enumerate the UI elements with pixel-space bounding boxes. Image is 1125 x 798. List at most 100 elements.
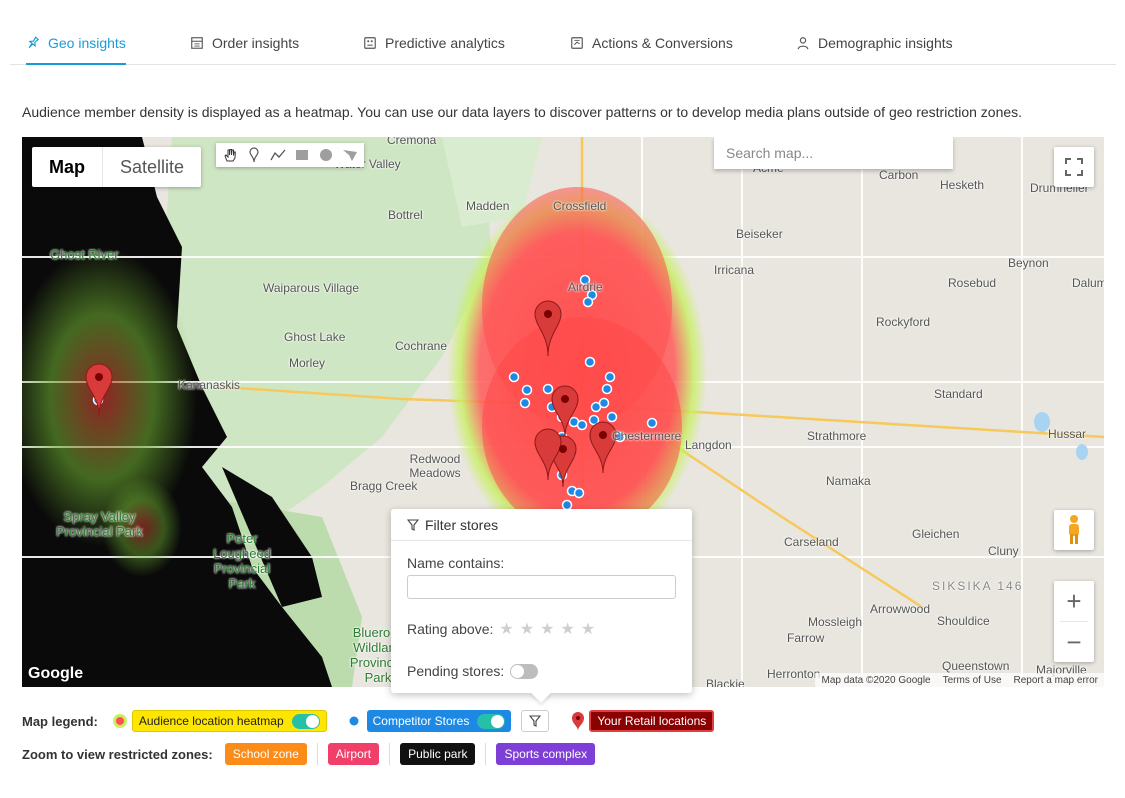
map-type-control: Map Satellite xyxy=(32,147,202,187)
robot-icon xyxy=(364,37,376,49)
hand-icon[interactable] xyxy=(219,144,241,166)
tab-bar: Geo insights Order insights Predictive a… xyxy=(10,22,1116,65)
restricted-zones-bar: Zoom to view restricted zones: School zo… xyxy=(22,742,605,766)
star-icon[interactable]: ★ xyxy=(499,621,513,638)
place-label: Arrowwood xyxy=(870,602,931,616)
tab-label: Geo insights xyxy=(48,35,126,51)
place-label: Madden xyxy=(466,199,510,213)
tab-predictive-analytics[interactable]: Predictive analytics xyxy=(363,22,505,64)
place-label: Ghost River xyxy=(50,247,119,262)
place-label: Airdrie xyxy=(568,280,603,294)
place-label: Peter Lougheed Provincial Park xyxy=(213,531,271,591)
polyline-icon[interactable] xyxy=(267,144,289,166)
place-label: Mossleigh xyxy=(808,615,863,629)
competitor-toggle[interactable] xyxy=(477,713,506,729)
zone-divider xyxy=(485,743,487,765)
page-description: Audience member density is displayed as … xyxy=(22,104,1023,120)
place-label: Gleichen xyxy=(912,527,960,541)
place-label: Waiparous Village xyxy=(262,281,360,295)
zone-public-park-button[interactable]: Public park xyxy=(400,743,476,765)
polygon-icon[interactable] xyxy=(339,144,361,166)
zoom-out-button[interactable]: − xyxy=(1054,622,1094,662)
place-label: Beynon xyxy=(1008,256,1049,270)
terms-of-use-link[interactable]: Terms of Use xyxy=(943,675,1002,686)
heatmap-toggle[interactable] xyxy=(291,713,320,729)
user-icon xyxy=(797,37,809,50)
map-type-map-button[interactable]: Map xyxy=(32,147,103,187)
tab-label: Predictive analytics xyxy=(385,35,505,51)
retail-legend-label: Your Retail locations xyxy=(597,714,707,728)
street-view-pegman-button[interactable] xyxy=(1054,510,1094,550)
tab-demographic-insights[interactable]: Demographic insights xyxy=(796,22,953,64)
place-label: Morley xyxy=(289,356,326,370)
tab-actions-conversions[interactable]: Actions & Conversions xyxy=(570,22,733,64)
place-label: Bottrel xyxy=(388,208,423,222)
place-label: Farrow xyxy=(787,631,825,645)
zone-airport-button[interactable]: Airport xyxy=(327,743,380,765)
heatmap-legend-chip[interactable]: Audience location heatmap xyxy=(131,710,327,732)
drawing-toolbar xyxy=(216,143,364,167)
place-label: Irricana xyxy=(714,263,755,277)
place-label: Redwood Meadows xyxy=(409,452,461,480)
place-label: Standard xyxy=(934,387,983,401)
place-label: Bragg Creek xyxy=(350,479,418,493)
receipt-icon xyxy=(191,37,203,49)
retail-marker-icon xyxy=(572,712,585,731)
star-icon[interactable]: ★ xyxy=(560,621,574,638)
rating-above-label: Rating above: xyxy=(407,621,494,637)
competitor-dot-icon xyxy=(349,716,359,726)
filter-icon xyxy=(529,715,542,727)
pin-icon xyxy=(28,36,40,49)
rectangle-icon[interactable] xyxy=(291,144,313,166)
zone-divider xyxy=(316,743,318,765)
zoom-in-button[interactable]: + xyxy=(1054,581,1094,621)
place-label: Hussar xyxy=(1048,427,1087,441)
map-type-satellite-button[interactable]: Satellite xyxy=(103,147,201,187)
pending-stores-toggle[interactable] xyxy=(510,663,539,679)
place-label: Blackie xyxy=(706,677,745,687)
pending-stores-label: Pending stores: xyxy=(407,663,505,679)
zone-divider xyxy=(389,743,391,765)
star-icon[interactable]: ★ xyxy=(520,621,534,638)
place-label: SIKSIKA 146 xyxy=(932,579,1024,593)
place-label: Namaka xyxy=(826,474,871,488)
place-label: Herronton xyxy=(767,667,821,681)
pegman-icon xyxy=(1069,515,1079,544)
place-label: Dalum xyxy=(1072,276,1104,290)
filter-popup-title: Filter stores xyxy=(425,516,499,533)
filter-icon xyxy=(407,518,419,531)
marker-icon[interactable] xyxy=(243,144,265,166)
place-label: Hesketh xyxy=(940,178,985,192)
heatmap-legend-label: Audience location heatmap xyxy=(138,714,284,728)
circle-icon[interactable] xyxy=(315,144,337,166)
place-label: Rockyford xyxy=(876,315,931,329)
competitor-filter-button[interactable] xyxy=(521,710,550,732)
retail-legend-chip[interactable]: Your Retail locations xyxy=(589,710,715,732)
place-label: Beiseker xyxy=(736,227,783,241)
fullscreen-button[interactable] xyxy=(1054,147,1094,187)
place-label: Ghost Lake xyxy=(284,330,346,344)
name-contains-input[interactable] xyxy=(407,575,676,599)
conversion-icon xyxy=(571,37,583,49)
tab-order-insights[interactable]: Order insights xyxy=(190,22,299,64)
zone-sports-complex-button[interactable]: Sports complex xyxy=(496,743,596,765)
place-label: Shouldice xyxy=(937,614,990,628)
star-icon[interactable]: ★ xyxy=(540,621,554,638)
star-icon[interactable]: ★ xyxy=(581,621,595,638)
tab-geo-insights[interactable]: Geo insights xyxy=(26,22,126,65)
fullscreen-icon xyxy=(1065,158,1083,176)
google-logo: Google xyxy=(28,665,84,682)
map-search-input[interactable] xyxy=(714,137,953,169)
place-label: Carseland xyxy=(784,535,839,549)
tab-label: Demographic insights xyxy=(818,35,953,51)
place-label: Rosebud xyxy=(948,276,997,290)
map-attribution: Map data ©2020 Google Terms of Use Repor… xyxy=(815,673,1104,687)
competitor-legend-chip[interactable]: Competitor Stores xyxy=(366,710,512,732)
place-label: Queenstown xyxy=(942,659,1010,673)
restricted-zones-label: Zoom to view restricted zones: xyxy=(22,746,213,762)
zone-school-button[interactable]: School zone xyxy=(224,743,307,765)
name-contains-label: Name contains: xyxy=(407,555,505,571)
map-legend: Map legend: Audience location heatmap Co… xyxy=(22,708,715,734)
report-map-error-link[interactable]: Report a map error xyxy=(1014,675,1098,686)
rating-stars[interactable]: ★ ★ ★ ★ ★ xyxy=(499,619,601,639)
